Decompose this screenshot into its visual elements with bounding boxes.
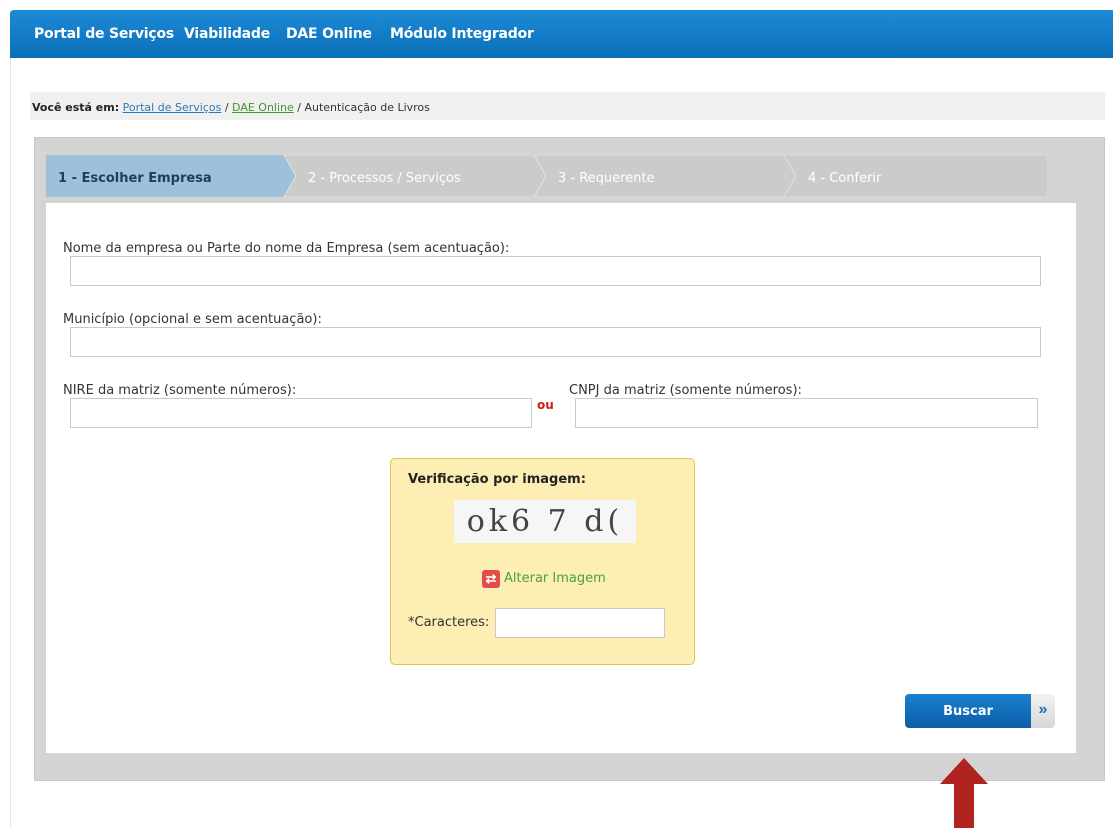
breadcrumb-link-portal[interactable]: Portal de Serviços	[123, 101, 222, 114]
nav-modulo-integrador[interactable]: Módulo Integrador	[390, 26, 534, 42]
company-name-label: Nome da empresa ou Parte do nome da Empr…	[63, 241, 510, 256]
captcha-characters-input[interactable]	[495, 608, 665, 638]
change-image-link[interactable]: Alterar Imagem	[504, 571, 606, 586]
double-chevron-right-icon: »	[1031, 694, 1055, 728]
cnpj-label: CNPJ da matriz (somente números):	[569, 383, 802, 398]
breadcrumb: Você está em: Portal de Serviços / DAE O…	[30, 92, 1105, 120]
step-wizard: 1 - Escolher Empresa 2 - Processos / Ser…	[46, 155, 1048, 197]
or-separator: ou	[537, 398, 554, 412]
breadcrumb-separator: /	[224, 101, 229, 114]
city-input[interactable]	[70, 327, 1041, 357]
breadcrumb-current: / Autenticação de Livros	[297, 101, 430, 114]
company-name-input[interactable]	[70, 256, 1041, 286]
breadcrumb-prefix: Você está em:	[32, 101, 120, 114]
captcha-image-text: ok6 7 d(	[466, 504, 624, 539]
refresh-icon[interactable]: ⇄	[482, 570, 500, 588]
search-button-label: Buscar	[905, 694, 1031, 728]
annotation-arrow-icon	[940, 758, 988, 828]
cnpj-input[interactable]	[575, 398, 1038, 428]
step-1-label: 1 - Escolher Empresa	[58, 171, 212, 186]
step-4-label: 4 - Conferir	[808, 171, 882, 186]
captcha-characters-label: *Caracteres:	[408, 615, 490, 630]
nav-portal-de-servicos[interactable]: Portal de Serviços	[34, 26, 174, 42]
step-3-label: 3 - Requerente	[558, 171, 655, 186]
city-label: Município (opcional e sem acentuação):	[63, 312, 322, 327]
top-navigation-bar: Portal de Serviços Viabilidade DAE Onlin…	[10, 10, 1113, 58]
search-button[interactable]: Buscar »	[905, 694, 1055, 728]
breadcrumb-link-dae-online[interactable]: DAE Online	[232, 101, 294, 114]
captcha-image: ok6 7 d(	[454, 500, 636, 543]
captcha-title: Verificação por imagem:	[408, 472, 586, 487]
nav-viabilidade[interactable]: Viabilidade	[184, 26, 270, 42]
nire-input[interactable]	[70, 398, 532, 428]
nire-label: NIRE da matriz (somente números):	[63, 383, 297, 398]
nav-dae-online[interactable]: DAE Online	[286, 26, 372, 42]
step-2-label: 2 - Processos / Serviços	[308, 171, 461, 186]
